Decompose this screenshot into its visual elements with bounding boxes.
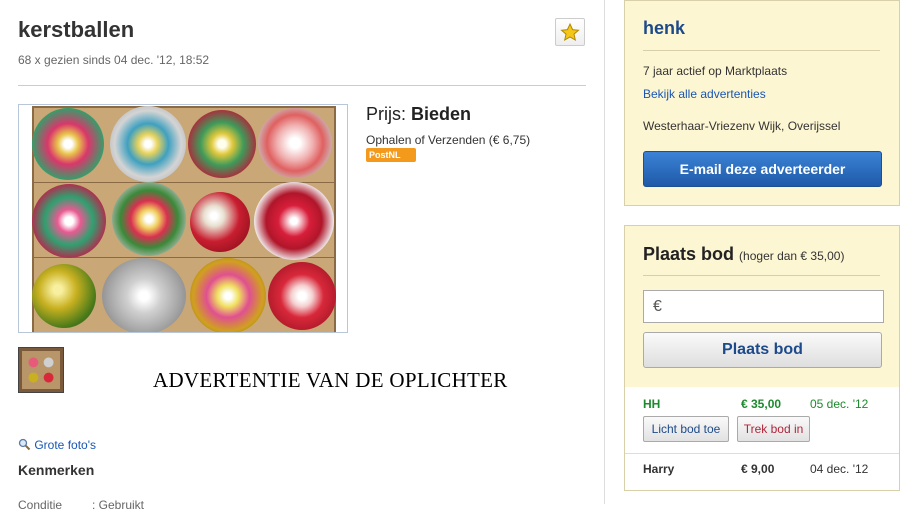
- bidder-name: Harry: [643, 462, 675, 476]
- bid-amount-input[interactable]: €: [643, 290, 884, 323]
- bidder-name: HH: [643, 397, 661, 411]
- minimum-bid: (hoger dan € 35,00): [739, 249, 845, 263]
- seller-name[interactable]: henk: [643, 18, 685, 39]
- price-value: Bieden: [411, 104, 472, 124]
- divider: [643, 50, 880, 51]
- seller-active-since: 7 jaar actief op Marktplaats: [643, 64, 788, 78]
- euro-prefix: €: [653, 298, 662, 315]
- bid-date: 05 dec. '12: [810, 397, 869, 411]
- bid-amount: € 35,00: [741, 397, 782, 411]
- price: Prijs: Bieden: [366, 104, 471, 125]
- star-icon: [560, 22, 580, 41]
- listing-title: kerstballen: [18, 17, 135, 42]
- christmas-ornaments-image: [32, 106, 336, 332]
- column-divider: [604, 0, 605, 504]
- divider: [625, 453, 899, 454]
- view-count: 68 x gezien sinds 04 dec. '12, 18:52: [18, 53, 210, 67]
- divider: [643, 275, 880, 276]
- shipping-info: Ophalen of Verzenden (€ 6,75): [366, 133, 531, 147]
- main-photo[interactable]: [18, 104, 348, 333]
- place-bid-button[interactable]: Plaats bod: [643, 332, 882, 368]
- seller-location: Westerhaar-Vriezenv Wijk, Overijssel: [643, 119, 841, 133]
- bid-title-label: Plaats bod: [643, 244, 735, 264]
- features-heading: Kenmerken: [18, 462, 95, 478]
- bid-date: 04 dec. '12: [810, 462, 869, 476]
- photo-thumbnail[interactable]: [18, 347, 64, 393]
- divider: [18, 85, 586, 86]
- all-ads-link[interactable]: Bekijk alle advertenties: [643, 87, 766, 101]
- favorite-button[interactable]: [555, 18, 585, 46]
- postnl-logo: PostNL: [366, 148, 416, 162]
- magnifier-icon: [18, 438, 31, 451]
- scammer-notice: ADVERTENTIE VAN DE OPLICHTER: [153, 368, 508, 392]
- bid-title: Plaats bod (hoger dan € 35,00): [643, 244, 844, 265]
- big-photos-link[interactable]: Grote foto's: [18, 438, 96, 452]
- light-bid-button[interactable]: Licht bod toe: [643, 416, 729, 442]
- bid-amount: € 9,00: [741, 462, 775, 476]
- price-label: Prijs:: [366, 104, 406, 124]
- condition-value: : Gebruikt: [92, 498, 145, 512]
- email-seller-button[interactable]: E-mail deze adverteerder: [643, 151, 882, 187]
- big-photos-label: Grote foto's: [34, 438, 96, 452]
- withdraw-bid-button[interactable]: Trek bod in: [737, 416, 810, 442]
- condition-label: Conditie: [18, 498, 63, 512]
